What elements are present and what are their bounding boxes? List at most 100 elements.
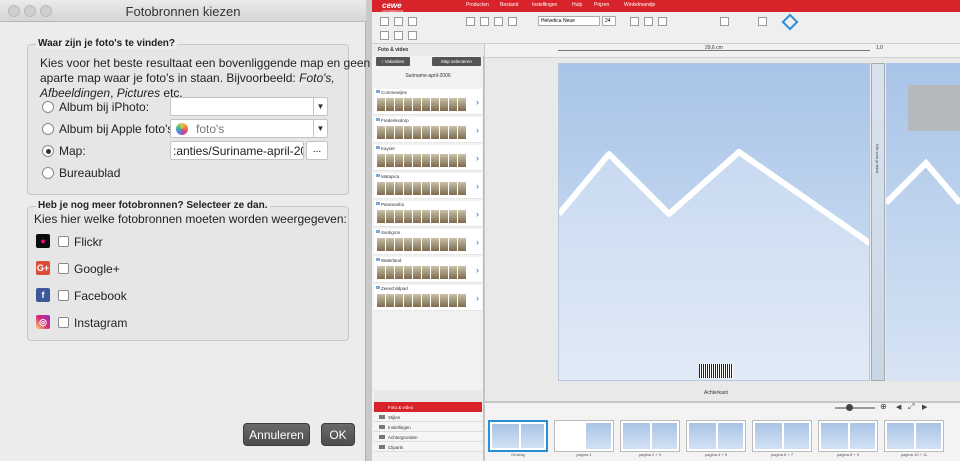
folder-item[interactable]: Zeeschildpad › [374, 285, 482, 311]
photo-thumbnail[interactable] [449, 126, 457, 139]
photo-thumbnail[interactable] [395, 210, 403, 223]
photo-thumbnail[interactable] [404, 126, 412, 139]
settings-icon[interactable] [394, 31, 403, 40]
photo-thumbnail[interactable] [449, 238, 457, 251]
nav-achtergronden[interactable]: Achtergronden [374, 432, 482, 442]
facebook-checkbox[interactable] [58, 290, 69, 301]
photo-thumbnail[interactable] [395, 154, 403, 167]
back-button[interactable]: ‹ Vakanties [376, 57, 410, 66]
page-thumbnail[interactable] [818, 420, 878, 452]
folder-path-field[interactable]: :anties/Suriname-april-2006 [170, 141, 304, 160]
chevron-right-icon[interactable]: › [476, 125, 479, 135]
photo-thumbnail[interactable] [440, 238, 448, 251]
ok-button[interactable]: OK [321, 423, 355, 446]
folder-item[interactable]: Santigron › [374, 229, 482, 255]
photo-thumbnail[interactable] [386, 294, 394, 307]
photo-thumbnail[interactable] [386, 210, 394, 223]
photo-thumbnail[interactable] [449, 210, 457, 223]
chevron-right-icon[interactable]: › [476, 153, 479, 163]
photo-thumbnail[interactable] [404, 210, 412, 223]
folder-item[interactable]: Waterland › [374, 257, 482, 283]
italic-icon[interactable] [644, 17, 653, 26]
photo-thumbnail[interactable] [386, 266, 394, 279]
photo-thumbnail[interactable] [377, 294, 385, 307]
photo-thumbnail[interactable] [413, 98, 421, 111]
photo-thumbnail[interactable] [395, 238, 403, 251]
folder-radio[interactable] [42, 145, 54, 157]
spine[interactable]: Klik voor je tekst [871, 63, 885, 381]
photo-thumbnail[interactable] [431, 238, 439, 251]
align-icon[interactable] [508, 17, 517, 26]
photo-thumbnail[interactable] [431, 98, 439, 111]
photo-thumbnail[interactable] [413, 294, 421, 307]
photo-thumbnail[interactable] [431, 182, 439, 195]
zoom-slider[interactable] [835, 407, 875, 409]
photo-thumbnail[interactable] [377, 182, 385, 195]
photo-thumbnail[interactable] [422, 238, 430, 251]
flickr-checkbox[interactable] [58, 236, 69, 247]
photo-thumbnail[interactable] [404, 182, 412, 195]
next-page-icon[interactable]: ▶ [922, 403, 927, 411]
bold-icon[interactable] [630, 17, 639, 26]
photo-thumbnail[interactable] [422, 210, 430, 223]
font-size-select[interactable]: 24 [602, 16, 616, 26]
google-plus-checkbox[interactable] [58, 263, 69, 274]
font-select[interactable]: Helvetica Neue [538, 16, 600, 26]
folder-item[interactable]: Frederiksdorp › [374, 117, 482, 143]
zoom-in-icon[interactable]: ⊕ [880, 402, 887, 411]
photo-thumbnail[interactable] [431, 126, 439, 139]
fit-page-icon[interactable]: ⤢ [908, 402, 914, 412]
zoom-slider-thumb[interactable] [846, 404, 853, 411]
photo-thumbnail[interactable] [440, 182, 448, 195]
paste-icon[interactable] [408, 31, 417, 40]
photo-thumbnail[interactable] [422, 154, 430, 167]
page-thumbnail[interactable] [884, 420, 944, 452]
photo-thumbnail[interactable] [449, 294, 457, 307]
photo-thumbnail[interactable] [458, 126, 466, 139]
photo-thumbnail[interactable] [440, 210, 448, 223]
menu-instellingen[interactable]: Instellingen [532, 2, 557, 8]
photo-thumbnail[interactable] [404, 154, 412, 167]
instagram-checkbox[interactable] [58, 317, 69, 328]
photo-thumbnail[interactable] [377, 154, 385, 167]
photo-thumbnail[interactable] [413, 266, 421, 279]
folder-item[interactable]: Matapica › [374, 173, 482, 199]
menu-hulp[interactable]: Hulp [572, 2, 582, 8]
photo-thumbnail[interactable] [458, 294, 466, 307]
photo-thumbnail[interactable] [440, 154, 448, 167]
photo-thumbnail[interactable] [422, 98, 430, 111]
cancel-button[interactable]: Annuleren [243, 423, 310, 446]
photo-thumbnail[interactable] [386, 154, 394, 167]
photo-thumbnail[interactable] [377, 238, 385, 251]
photo-thumbnail[interactable] [386, 98, 394, 111]
apple-photos-album-radio[interactable] [42, 123, 54, 135]
photo-thumbnail[interactable] [386, 182, 394, 195]
save-icon[interactable] [394, 17, 403, 26]
photo-thumbnail[interactable] [431, 266, 439, 279]
photo-thumbnail[interactable] [395, 98, 403, 111]
photo-thumbnail[interactable] [413, 126, 421, 139]
grid-icon[interactable] [758, 17, 767, 26]
photo-thumbnail[interactable] [386, 238, 394, 251]
chevron-right-icon[interactable]: › [476, 265, 479, 275]
photo-thumbnail[interactable] [413, 154, 421, 167]
photo-thumbnail[interactable] [422, 294, 430, 307]
crop-icon[interactable] [466, 17, 475, 26]
photo-thumbnail[interactable] [413, 210, 421, 223]
chevron-right-icon[interactable]: › [476, 181, 479, 191]
photo-thumbnail[interactable] [404, 98, 412, 111]
desktop-radio[interactable] [42, 167, 54, 179]
underline-icon[interactable] [658, 17, 667, 26]
menu-prijzen[interactable]: Prijzen [594, 2, 609, 8]
nav-cliparts[interactable]: Cliparts [374, 442, 482, 452]
chevron-right-icon[interactable]: › [476, 293, 479, 303]
photo-thumbnail[interactable] [449, 154, 457, 167]
photo-thumbnail[interactable] [377, 126, 385, 139]
photo-thumbnail[interactable] [377, 266, 385, 279]
layer-icon[interactable] [720, 17, 729, 26]
cut-icon[interactable] [380, 31, 389, 40]
photo-thumbnail[interactable] [422, 126, 430, 139]
flip-icon[interactable] [494, 17, 503, 26]
photo-thumbnail[interactable] [413, 182, 421, 195]
back-cover-page[interactable] [558, 63, 870, 381]
